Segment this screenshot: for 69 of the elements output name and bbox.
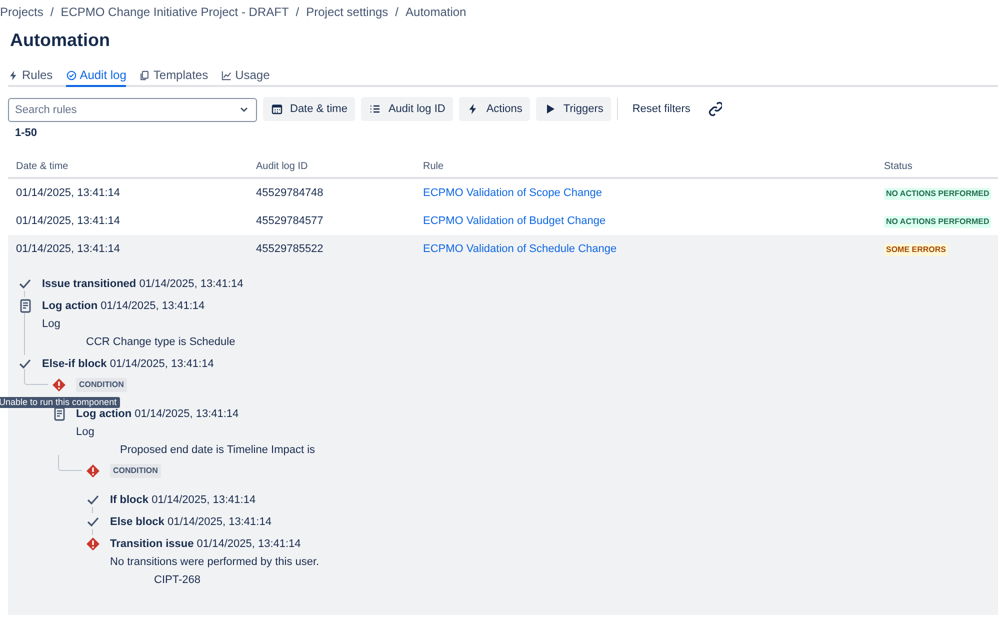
breadcrumb-link[interactable]: Project settings <box>306 3 388 21</box>
page-title: Automation <box>10 29 111 52</box>
breadcrumb-separator: / <box>394 4 400 21</box>
column-header: Date & time <box>15 160 70 174</box>
connector-line <box>92 507 93 513</box>
tab[interactable]: Rules <box>8 65 53 87</box>
log-message: CCR Change type is Schedule <box>86 335 236 349</box>
step-title: Log action 01/14/2025, 13:41:14 <box>42 299 206 313</box>
column-header: Audit log ID <box>256 160 309 174</box>
search-field[interactable]: Search rules <box>8 98 257 122</box>
connector-line <box>58 455 82 471</box>
table-cell: 45529785522 <box>256 242 324 255</box>
table-cell: 45529784748 <box>256 186 324 199</box>
table-row[interactable]: 01/14/2025, 13:41:14 45529784748 ECPMO Validation of Scope Change NO ACTIONS PERFORMED <box>8 179 998 207</box>
table-cell: 01/14/2025, 13:41:14 <box>16 214 120 227</box>
filter-button[interactable]: Date & time <box>263 97 356 121</box>
filter-button[interactable]: Triggers <box>536 97 612 121</box>
tab[interactable]: Templates <box>139 65 208 87</box>
filter-button[interactable]: Audit log ID <box>361 97 454 121</box>
step-title: Else-if block 01/14/2025, 13:41:14 <box>42 357 214 371</box>
connector-line <box>24 369 48 385</box>
step-title: Log action 01/14/2025, 13:41:14 <box>76 407 240 421</box>
check-circle-icon <box>66 70 77 80</box>
table-row[interactable]: 01/14/2025, 13:41:14 45529784577 ECPMO Validation of Budget Change NO ACTIONS PERFORMED <box>8 207 998 235</box>
step-title: Issue transitioned 01/14/2025, 13:41:14 <box>42 277 244 291</box>
breadcrumb-separator: / <box>294 4 300 21</box>
tab[interactable]: Audit log <box>66 65 126 87</box>
play-icon <box>544 103 556 115</box>
step-detail: Log <box>76 425 96 439</box>
step-detail: Log <box>42 317 62 331</box>
step-detail: No transitions were performed by this user. <box>110 555 320 569</box>
log-message: Proposed end date is Timeline Impact is <box>120 443 316 457</box>
rule-link[interactable]: ECPMO Validation of Schedule Change <box>423 242 617 255</box>
breadcrumb-separator: / <box>49 4 55 21</box>
breadcrumb-link[interactable]: ECPMO Change Initiative Project - DRAFT <box>60 3 289 21</box>
status-lozenge: SOME ERRORS <box>884 244 948 256</box>
link-icon <box>708 101 722 117</box>
connector-line <box>24 291 25 297</box>
chart-icon <box>221 70 232 80</box>
step-title: Else block 01/14/2025, 13:41:14 <box>110 515 272 529</box>
step-title: Transition issue 01/14/2025, 13:41:14 <box>110 537 302 551</box>
table-cell: 01/14/2025, 13:41:14 <box>16 242 120 255</box>
rule-link[interactable]: ECPMO Validation of Scope Change <box>423 186 602 199</box>
connector-line <box>24 313 25 355</box>
tab[interactable]: Usage <box>221 65 270 87</box>
table-row[interactable]: 01/14/2025, 13:41:14 45529785522 ECPMO Validation of Schedule Change SOME ERRORS <box>8 235 998 263</box>
condition-lozenge: CONDITION <box>110 464 161 478</box>
table-cell: 45529784577 <box>256 214 324 227</box>
table-cell: 01/14/2025, 13:41:14 <box>16 186 120 199</box>
calendar-icon <box>271 103 283 115</box>
rule-link[interactable]: ECPMO Validation of Budget Change <box>423 214 606 227</box>
step-title: If block 01/14/2025, 13:41:14 <box>110 493 256 507</box>
breadcrumb-link[interactable]: Automation <box>406 3 466 21</box>
chevron-down-icon <box>239 104 249 112</box>
column-header: Status <box>884 160 914 174</box>
status-lozenge: NO ACTIONS PERFORMED <box>884 188 992 200</box>
reset-filters-button[interactable]: Reset filters <box>624 97 698 121</box>
copy-icon <box>139 70 150 80</box>
connector-line <box>92 529 93 535</box>
tooltip: Unable to run this component <box>0 397 120 408</box>
list-icon <box>369 103 382 115</box>
status-lozenge: NO ACTIONS PERFORMED <box>884 216 992 228</box>
condition-lozenge: CONDITION <box>76 378 127 392</box>
result-range: 1-50 <box>15 126 38 141</box>
filter-button[interactable]: Actions <box>459 97 530 121</box>
log-message: CIPT-268 <box>154 573 202 587</box>
breadcrumb-link[interactable]: Projects <box>0 3 44 21</box>
lightning-icon <box>8 70 19 80</box>
column-header: Rule <box>423 160 445 174</box>
